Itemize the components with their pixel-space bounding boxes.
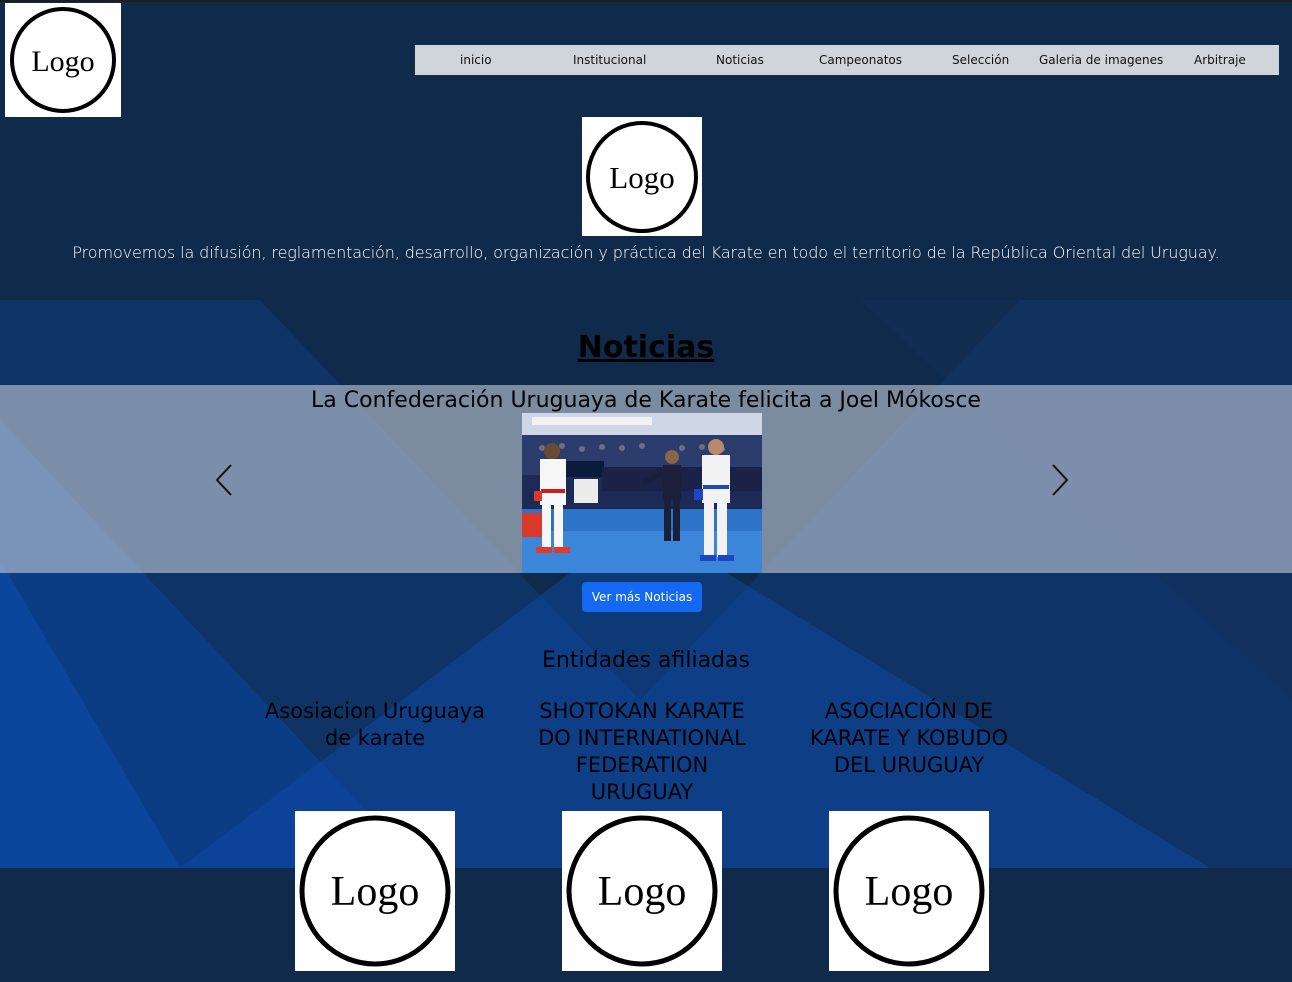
affiliate-name[interactable]: ASOCIACIÓN DE KARATE Y KOBUDO DEL URUGUA…	[794, 698, 1024, 779]
logo-icon: Logo	[833, 815, 985, 967]
nav-item-campeonatos[interactable]: Campeonatos	[819, 53, 902, 67]
nav-item-inicio[interactable]: inicio	[460, 53, 492, 67]
svg-text:Logo: Logo	[598, 869, 687, 915]
nav-item-galeria[interactable]: Galeria de imagenes	[1039, 53, 1163, 67]
news-heading[interactable]: Noticias	[0, 330, 1292, 365]
affiliate-logo[interactable]: Logo	[829, 811, 989, 971]
slide-title[interactable]: La Confederación Uruguaya de Karate feli…	[0, 388, 1292, 413]
chevron-left-icon	[215, 464, 232, 496]
nav-item-noticias[interactable]: Noticias	[716, 53, 764, 67]
svg-text:Logo: Logo	[609, 160, 674, 195]
news-photo[interactable]	[522, 413, 762, 573]
affiliate-logo[interactable]: Logo	[562, 811, 722, 971]
nav-item-seleccion[interactable]: Selección	[952, 53, 1009, 67]
top-border	[0, 0, 1292, 2]
carousel-next-button[interactable]	[1048, 463, 1072, 497]
logo-icon: Logo	[10, 7, 116, 113]
logo-icon: Logo	[566, 815, 718, 967]
chevron-right-icon	[1052, 464, 1069, 496]
affiliate-name[interactable]: Asosiacion Uruguaya de karate	[260, 698, 490, 752]
site-logo[interactable]: Logo	[5, 3, 121, 117]
hero-tagline: Promovemos la difusión, reglamentación, …	[72, 243, 1220, 262]
hero-logo: Logo	[582, 117, 702, 236]
affiliates-heading: Entidades afiliadas	[542, 648, 750, 673]
affiliate-logo[interactable]: Logo	[295, 811, 455, 971]
news-carousel: La Confederación Uruguaya de Karate feli…	[0, 385, 1292, 573]
nav-item-arbitraje[interactable]: Arbitraje	[1194, 53, 1246, 67]
svg-text:Logo: Logo	[865, 869, 954, 915]
svg-text:Logo: Logo	[31, 45, 94, 78]
more-news-button[interactable]: Ver más Noticias	[582, 582, 702, 612]
carousel-prev-button[interactable]	[212, 463, 236, 497]
logo-icon: Logo	[299, 815, 451, 967]
logo-icon: Logo	[586, 120, 698, 233]
affiliate-name[interactable]: SHOTOKAN KARATE DO INTERNATIONAL FEDERAT…	[527, 698, 757, 806]
nav-item-institucional[interactable]: Institucional	[573, 53, 646, 67]
svg-text:Logo: Logo	[331, 869, 420, 915]
main-nav: inicio Institucional Noticias Campeonato…	[415, 45, 1279, 75]
